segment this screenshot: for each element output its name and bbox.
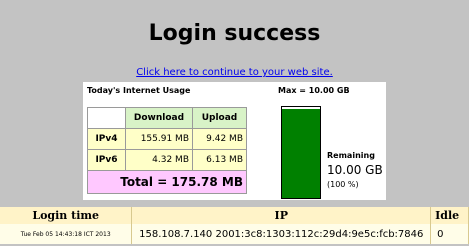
- remaining-value: 10.00 GB: [327, 163, 383, 177]
- remaining-gauge-fill: [282, 108, 320, 198]
- idle-header: Idle: [430, 207, 469, 224]
- usage-row-ipv6: IPv6 4.32 MB 6.13 MB: [87, 149, 247, 171]
- page-title: Login success: [148, 21, 321, 46]
- login-time-header: Login time: [0, 207, 133, 224]
- upload-header: Upload: [192, 107, 247, 129]
- ip-header: IP: [131, 207, 432, 224]
- remaining-gauge: [281, 106, 321, 199]
- ipv4-download: 155.91 MB: [125, 128, 193, 150]
- ipv4-upload: 9.42 MB: [192, 128, 247, 150]
- ipv6-download: 4.32 MB: [125, 149, 193, 171]
- usage-table: Download Upload IPv4 155.91 MB 9.42 MB I…: [87, 107, 247, 194]
- session-login-time: Tue Feb 05 14:43:18 ICT 2013: [0, 224, 133, 244]
- remaining-percent: (100 %): [327, 180, 359, 189]
- sessions-table: Login time IP Idle Tue Feb 05 14:43:18 I…: [0, 207, 469, 244]
- max-quota-label: Max = 10.00 GB: [278, 86, 350, 95]
- usage-panel: Today's Internet Usage Max = 10.00 GB Do…: [83, 82, 386, 200]
- remaining-label: Remaining: [327, 151, 375, 160]
- ipv6-label: IPv6: [87, 149, 126, 171]
- usage-row-ipv4: IPv4 155.91 MB 9.42 MB: [87, 128, 247, 150]
- usage-corner-cell: [87, 107, 126, 129]
- ipv6-upload: 6.13 MB: [192, 149, 247, 171]
- session-ip: 158.108.7.140 2001:3c8:1303:112c:29d4:9e…: [131, 224, 432, 244]
- session-row: Tue Feb 05 14:43:18 ICT 2013 158.108.7.1…: [0, 224, 469, 244]
- usage-total: Total = 175.78 MB: [87, 170, 247, 194]
- download-header: Download: [125, 107, 193, 129]
- session-idle: 0: [430, 224, 469, 244]
- usage-title: Today's Internet Usage: [87, 86, 191, 95]
- ipv4-label: IPv4: [87, 128, 126, 150]
- continue-link[interactable]: Click here to continue to your web site.: [0, 66, 469, 79]
